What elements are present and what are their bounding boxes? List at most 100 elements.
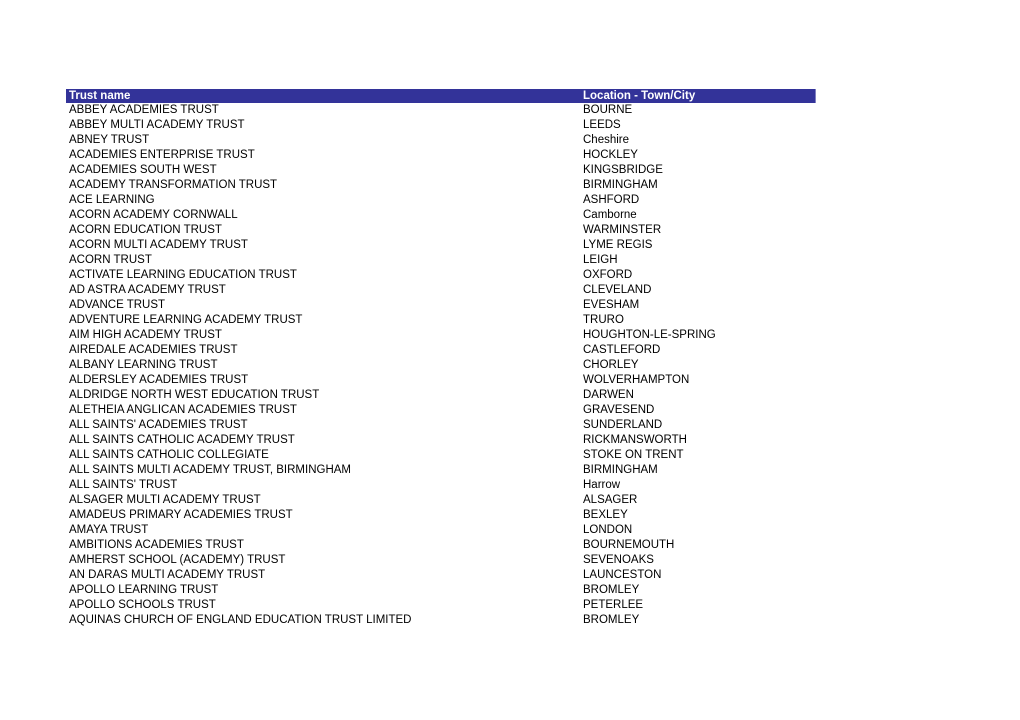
table-body: ABBEY ACADEMIES TRUST BOURNE ABBEY MULTI A… xyxy=(66,103,815,628)
trust-name-cell: ALL SAINTS' ACADEMIES TRUST xyxy=(69,419,248,431)
trust-name-cell: ABBEY MULTI ACADEMY TRUST xyxy=(69,119,245,131)
trust-name-cell: ACADEMY TRANSFORMATION TRUST xyxy=(69,179,278,191)
trust-name-cell: AIM HIGH ACADEMY TRUST xyxy=(69,329,222,341)
location-cell: WOLVERHAMPTON xyxy=(583,374,690,386)
location-cell: CHORLEY xyxy=(583,359,639,371)
trust-table: Trust name Location - Town/City ABBEY AC… xyxy=(66,89,816,628)
trust-name-cell: ABBEY ACADEMIES TRUST xyxy=(69,104,219,116)
table-row: ACTIVATE LEARNING EDUCATION TRUST OXFORD xyxy=(66,268,815,283)
location-cell: BOURNE xyxy=(583,104,633,116)
table-row: ACORN EDUCATION TRUST WARMINSTER xyxy=(66,223,815,238)
trust-name-cell: ALETHEIA ANGLICAN ACADEMIES TRUST xyxy=(69,404,297,416)
location-cell: HOUGHTON-LE-SPRING xyxy=(583,329,716,341)
location-cell: ALSAGER xyxy=(583,494,638,506)
location-cell: Cheshire xyxy=(583,134,630,146)
trust-name-cell: ACORN EDUCATION TRUST xyxy=(69,224,222,236)
trust-name-cell: ALDRIDGE NORTH WEST EDUCATION TRUST xyxy=(69,389,320,401)
table-row: AN DARAS MULTI ACADEMY TRUST LAUNCESTON xyxy=(66,568,815,583)
table-row: APOLLO LEARNING TRUST BROMLEY xyxy=(66,583,815,598)
table-row: ALL SAINTS MULTI ACADEMY TRUST, BIRMINGH… xyxy=(66,463,815,478)
location-cell: RICKMANSWORTH xyxy=(583,434,687,446)
location-cell: BEXLEY xyxy=(583,509,628,521)
table-row: ALSAGER MULTI ACADEMY TRUST ALSAGER xyxy=(66,493,815,508)
location-cell: SEVENOAKS xyxy=(583,554,654,566)
location-cell: Camborne xyxy=(583,209,637,221)
column-header-trust-name: Trust name xyxy=(69,90,131,102)
table-row: AIREDALE ACADEMIES TRUST CASTLEFORD xyxy=(66,343,815,358)
table-row: ACORN ACADEMY CORNWALL Camborne xyxy=(66,208,815,223)
location-cell: LONDON xyxy=(583,524,633,536)
trust-name-cell: AQUINAS CHURCH OF ENGLAND EDUCATION TRUS… xyxy=(69,614,412,626)
table-row: ACE LEARNING ASHFORD xyxy=(66,193,815,208)
trust-name-cell: AN DARAS MULTI ACADEMY TRUST xyxy=(69,569,266,581)
table-row: ABNEY TRUST Cheshire xyxy=(66,133,815,148)
table-row: ACORN TRUST LEIGH xyxy=(66,253,815,268)
location-cell: OXFORD xyxy=(583,269,633,281)
table-row: AMADEUS PRIMARY ACADEMIES TRUST BEXLEY xyxy=(66,508,815,523)
location-cell: ASHFORD xyxy=(583,194,640,206)
location-cell: LEIGH xyxy=(583,254,618,266)
trust-name-cell: APOLLO LEARNING TRUST xyxy=(69,584,219,596)
trust-name-cell: ALL SAINTS MULTI ACADEMY TRUST, BIRMINGH… xyxy=(69,464,352,476)
location-cell: Harrow xyxy=(583,479,621,491)
location-cell: HOCKLEY xyxy=(583,149,638,161)
trust-name-cell: AIREDALE ACADEMIES TRUST xyxy=(69,344,238,356)
trust-name-cell: ADVANCE TRUST xyxy=(69,299,166,311)
location-cell: PETERLEE xyxy=(583,599,644,611)
trust-name-cell: ALL SAINTS CATHOLIC COLLEGIATE xyxy=(69,449,269,461)
trust-name-cell: ADVENTURE LEARNING ACADEMY TRUST xyxy=(69,314,303,326)
location-cell: BIRMINGHAM xyxy=(583,179,658,191)
location-cell: LYME REGIS xyxy=(583,239,653,251)
location-cell: WARMINSTER xyxy=(583,224,662,236)
trust-name-cell: ACADEMIES ENTERPRISE TRUST xyxy=(69,149,255,161)
location-cell: CASTLEFORD xyxy=(583,344,661,356)
trust-name-cell: ACORN ACADEMY CORNWALL xyxy=(69,209,238,221)
table-row: ADVENTURE LEARNING ACADEMY TRUST TRURO xyxy=(66,313,815,328)
column-header-location: Location - Town/City xyxy=(583,90,696,102)
trust-name-cell: APOLLO SCHOOLS TRUST xyxy=(69,599,216,611)
header-edge xyxy=(815,89,816,103)
table-row: ALL SAINTS CATHOLIC ACADEMY TRUST RICKMAN… xyxy=(66,433,815,448)
table-row: ALDERSLEY ACADEMIES TRUST WOLVERHAMPTON xyxy=(66,373,815,388)
table-row: AIM HIGH ACADEMY TRUST HOUGHTON-LE-SPRING xyxy=(66,328,815,343)
table-row: ABBEY ACADEMIES TRUST BOURNE xyxy=(66,103,815,118)
table-row: AMAYA TRUST LONDON xyxy=(66,523,815,538)
trust-name-cell: ALL SAINTS' TRUST xyxy=(69,479,178,491)
table-row: ACADEMY TRANSFORMATION TRUST BIRMINGHAM xyxy=(66,178,815,193)
location-cell: BIRMINGHAM xyxy=(583,464,658,476)
location-cell: BROMLEY xyxy=(583,584,640,596)
location-cell: SUNDERLAND xyxy=(583,419,663,431)
table-row: ALL SAINTS CATHOLIC COLLEGIATE STOKE ON T… xyxy=(66,448,815,463)
location-cell: KINGSBRIDGE xyxy=(583,164,663,176)
table-header-row: Trust name Location - Town/City xyxy=(66,89,816,103)
table-row: ALBANY LEARNING TRUST CHORLEY xyxy=(66,358,815,373)
table-row: ABBEY MULTI ACADEMY TRUST LEEDS xyxy=(66,118,815,133)
table-row: AMHERST SCHOOL (ACADEMY) TRUST SEVENOAKS xyxy=(66,553,815,568)
trust-name-cell: ACORN MULTI ACADEMY TRUST xyxy=(69,239,248,251)
table-row: ACORN MULTI ACADEMY TRUST LYME REGIS xyxy=(66,238,815,253)
table-row: ALDRIDGE NORTH WEST EDUCATION TRUST DARWE… xyxy=(66,388,815,403)
location-cell: TRURO xyxy=(583,314,624,326)
trust-name-cell: AMAYA TRUST xyxy=(69,524,149,536)
location-cell: STOKE ON TRENT xyxy=(583,449,684,461)
table-row: APOLLO SCHOOLS TRUST PETERLEE xyxy=(66,598,815,613)
trust-name-cell: ALL SAINTS CATHOLIC ACADEMY TRUST xyxy=(69,434,295,446)
table-row: ALL SAINTS' ACADEMIES TRUST SUNDERLAND xyxy=(66,418,815,433)
location-cell: EVESHAM xyxy=(583,299,640,311)
trust-name-cell: ACE LEARNING xyxy=(69,194,155,206)
location-cell: GRAVESEND xyxy=(583,404,655,416)
location-cell: LAUNCESTON xyxy=(583,569,662,581)
table-row: AMBITIONS ACADEMIES TRUST BOURNEMOUTH xyxy=(66,538,815,553)
trust-name-cell: AD ASTRA ACADEMY TRUST xyxy=(69,284,226,296)
trust-name-cell: ALSAGER MULTI ACADEMY TRUST xyxy=(69,494,261,506)
table-row: ACADEMIES SOUTH WEST KINGSBRIDGE xyxy=(66,163,815,178)
location-cell: CLEVELAND xyxy=(583,284,652,296)
trust-name-cell: ACTIVATE LEARNING EDUCATION TRUST xyxy=(69,269,297,281)
location-cell: DARWEN xyxy=(583,389,634,401)
location-cell: LEEDS xyxy=(583,119,621,131)
location-cell: BROMLEY xyxy=(583,614,640,626)
table-row: AQUINAS CHURCH OF ENGLAND EDUCATION TRUS… xyxy=(66,613,815,628)
table-row: AD ASTRA ACADEMY TRUST CLEVELAND xyxy=(66,283,815,298)
trust-name-cell: ACADEMIES SOUTH WEST xyxy=(69,164,217,176)
table-row: ALETHEIA ANGLICAN ACADEMIES TRUST GRAVESE… xyxy=(66,403,815,418)
